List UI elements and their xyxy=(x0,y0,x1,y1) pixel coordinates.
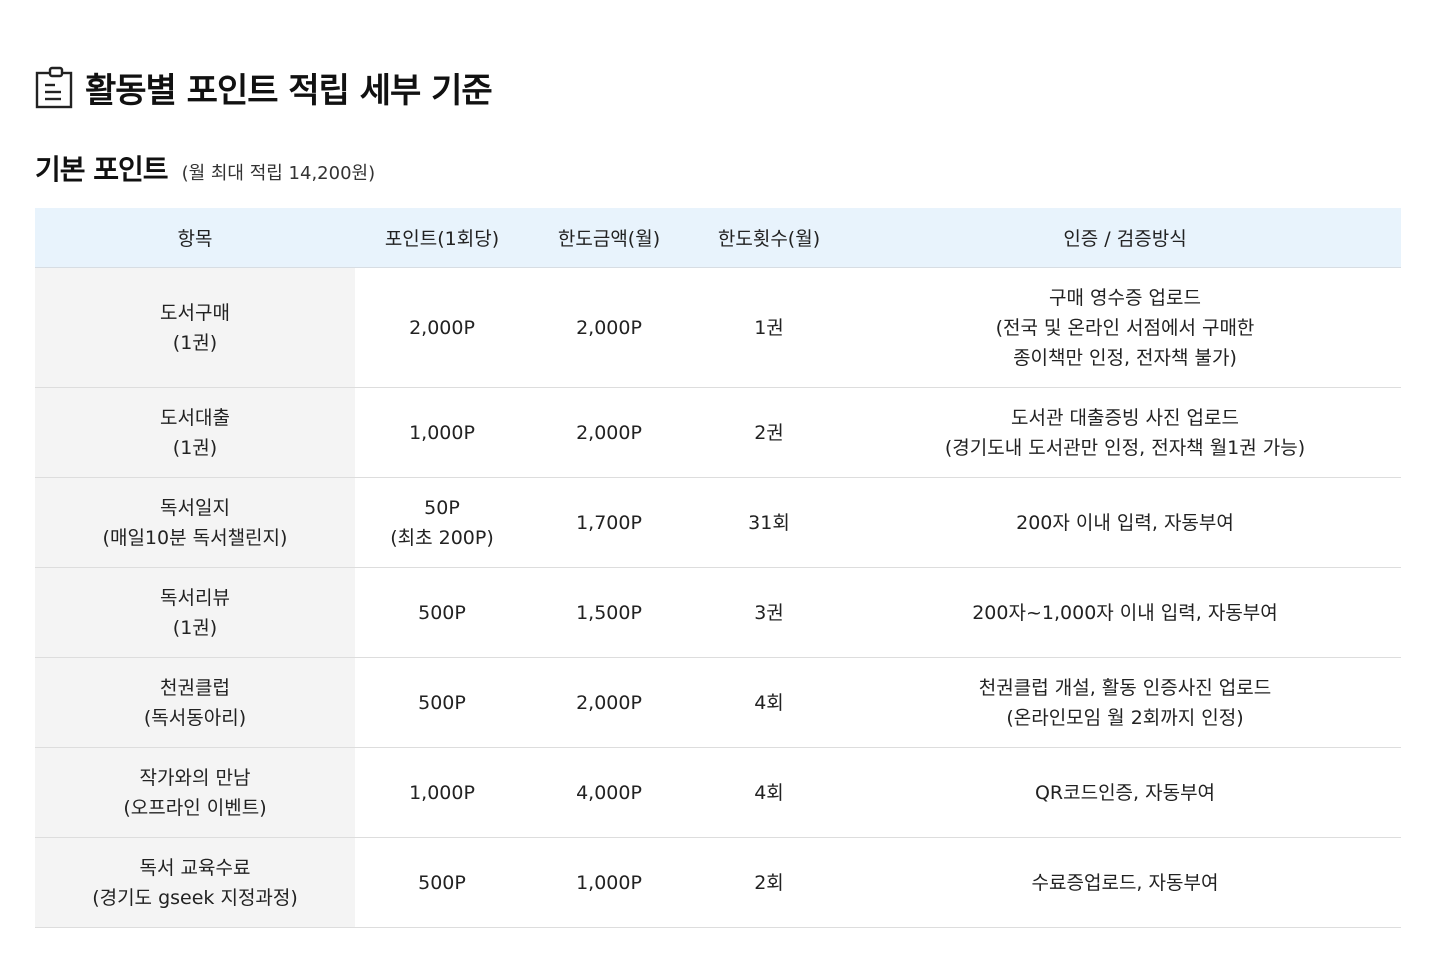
table-row: 천권클럽 (독서동아리) 500P 2,000P 4회 천권클럽 개설, 활동 … xyxy=(35,657,1401,748)
cell-point-line: 500P xyxy=(418,871,466,894)
page: 활동별 포인트 적립 세부 기준 기본 포인트 (월 최대 적립 14,200원… xyxy=(0,0,1436,978)
table-row: 독서일지 (매일10분 독서챌린지) 50P (최초 200P) 1,700P … xyxy=(35,477,1401,568)
cell-method-line: QR코드인증, 자동부여 xyxy=(1034,781,1216,804)
table-row: 도서구매 (1권) 2,000P 2,000P 1권 구매 영수증 업로드 (전… xyxy=(35,267,1401,388)
cell-point-line: 2,000P xyxy=(409,316,475,339)
cell-point-line: 1,000P xyxy=(409,421,475,444)
column-header-method: 인증 / 검증방식 xyxy=(849,208,1401,268)
cell-method: 200자~1,000자 이내 입력, 자동부여 xyxy=(849,567,1401,658)
section-note: (월 최대 적립 14,200원) xyxy=(181,163,376,184)
cell-method-line: 천권클럽 개설, 활동 인증사진 업로드 xyxy=(978,676,1272,699)
cell-limit-amount: 2,000P xyxy=(529,267,689,388)
cell-limit-amount: 1,500P xyxy=(529,567,689,658)
cell-method-line: 구매 영수증 업로드 xyxy=(1049,286,1201,309)
cell-method-line: 200자 이내 입력, 자동부여 xyxy=(1016,511,1234,534)
cell-method-line: 종이책만 인정, 전자책 불가) xyxy=(1013,346,1237,369)
cell-point-line: 500P xyxy=(418,601,466,624)
cell-point: 500P xyxy=(355,567,529,658)
page-title: 활동별 포인트 적립 세부 기준 xyxy=(85,70,493,111)
cell-limit-count: 2회 xyxy=(689,837,849,928)
cell-point: 500P xyxy=(355,657,529,748)
cell-limit-amount: 2,000P xyxy=(529,657,689,748)
cell-point-line: 50P xyxy=(424,496,460,519)
cell-item-line: 작가와의 만남 xyxy=(139,766,251,789)
cell-method: QR코드인증, 자동부여 xyxy=(849,747,1401,838)
cell-item-line: (1권) xyxy=(172,331,218,354)
cell-item: 독서 교육수료 (경기도 gseek 지정과정) xyxy=(35,837,355,928)
cell-method: 수료증업로드, 자동부여 xyxy=(849,837,1401,928)
column-header-item: 항목 xyxy=(35,208,355,268)
cell-method-line: 도서관 대출증빙 사진 업로드 xyxy=(1011,406,1239,429)
cell-limit-count: 4회 xyxy=(689,747,849,838)
section-title: 기본 포인트 xyxy=(35,153,169,186)
cell-method: 천권클럽 개설, 활동 인증사진 업로드 (온라인모임 월 2회까지 인정) xyxy=(849,657,1401,748)
cell-item: 독서리뷰 (1권) xyxy=(35,567,355,658)
cell-item: 도서대출 (1권) xyxy=(35,387,355,478)
cell-limit-amount: 1,000P xyxy=(529,837,689,928)
cell-point: 500P xyxy=(355,837,529,928)
page-header: 활동별 포인트 적립 세부 기준 xyxy=(35,64,493,111)
table-header-row: 항목 포인트(1회당) 한도금액(월) 한도횟수(월) 인증 / 검증방식 xyxy=(35,208,1401,268)
cell-item-line: 천권클럽 xyxy=(160,676,230,699)
cell-method-line: (경기도내 도서관만 인정, 전자책 월1권 가능) xyxy=(944,436,1306,459)
cell-point: 50P (최초 200P) xyxy=(355,477,529,568)
cell-point: 2,000P xyxy=(355,267,529,388)
cell-item-line: (매일10분 독서챌린지) xyxy=(102,526,288,549)
cell-item-line: 도서대출 xyxy=(160,406,230,429)
cell-point-line: (최초 200P) xyxy=(390,526,494,549)
cell-method-line: 수료증업로드, 자동부여 xyxy=(1031,871,1219,894)
cell-limit-amount: 2,000P xyxy=(529,387,689,478)
cell-item-line: (경기도 gseek 지정과정) xyxy=(92,886,298,909)
cell-method-line: (전국 및 온라인 서점에서 구매한 xyxy=(995,316,1255,339)
cell-item: 도서구매 (1권) xyxy=(35,267,355,388)
cell-point-line: 500P xyxy=(418,691,466,714)
cell-limit-count: 3권 xyxy=(689,567,849,658)
cell-limit-count: 31회 xyxy=(689,477,849,568)
column-header-limit-count: 한도횟수(월) xyxy=(689,208,849,268)
cell-item-line: 도서구매 xyxy=(160,301,230,324)
cell-item-line: (오프라인 이벤트) xyxy=(123,796,267,819)
table-row: 독서리뷰 (1권) 500P 1,500P 3권 200자~1,000자 이내 … xyxy=(35,567,1401,658)
cell-item: 독서일지 (매일10분 독서챌린지) xyxy=(35,477,355,568)
cell-method-line: (온라인모임 월 2회까지 인정) xyxy=(1006,706,1244,729)
cell-limit-amount: 1,700P xyxy=(529,477,689,568)
cell-item-line: 독서 교육수료 xyxy=(139,856,251,879)
cell-item-line: (1권) xyxy=(172,616,218,639)
cell-item-line: (1권) xyxy=(172,436,218,459)
cell-point: 1,000P xyxy=(355,387,529,478)
column-header-point: 포인트(1회당) xyxy=(355,208,529,268)
cell-limit-count: 4회 xyxy=(689,657,849,748)
cell-point-line: 1,000P xyxy=(409,781,475,804)
cell-method: 구매 영수증 업로드 (전국 및 온라인 서점에서 구매한 종이책만 인정, 전… xyxy=(849,267,1401,388)
cell-limit-count: 2권 xyxy=(689,387,849,478)
cell-method: 200자 이내 입력, 자동부여 xyxy=(849,477,1401,568)
cell-item-line: 독서일지 xyxy=(160,496,230,519)
table-row: 도서대출 (1권) 1,000P 2,000P 2권 도서관 대출증빙 사진 업… xyxy=(35,387,1401,478)
cell-item: 작가와의 만남 (오프라인 이벤트) xyxy=(35,747,355,838)
points-table: 항목 포인트(1회당) 한도금액(월) 한도횟수(월) 인증 / 검증방식 도서… xyxy=(35,208,1401,928)
cell-method-line: 200자~1,000자 이내 입력, 자동부여 xyxy=(972,601,1278,624)
section-header: 기본 포인트 (월 최대 적립 14,200원) xyxy=(35,148,375,188)
clipboard-icon xyxy=(35,66,73,109)
column-header-limit-amount: 한도금액(월) xyxy=(529,208,689,268)
cell-limit-count: 1권 xyxy=(689,267,849,388)
table-row: 독서 교육수료 (경기도 gseek 지정과정) 500P 1,000P 2회 … xyxy=(35,837,1401,928)
cell-item-line: 독서리뷰 xyxy=(160,586,230,609)
cell-point: 1,000P xyxy=(355,747,529,838)
table-row: 작가와의 만남 (오프라인 이벤트) 1,000P 4,000P 4회 QR코드… xyxy=(35,747,1401,838)
cell-method: 도서관 대출증빙 사진 업로드 (경기도내 도서관만 인정, 전자책 월1권 가… xyxy=(849,387,1401,478)
cell-item-line: (독서동아리) xyxy=(143,706,247,729)
cell-item: 천권클럽 (독서동아리) xyxy=(35,657,355,748)
cell-limit-amount: 4,000P xyxy=(529,747,689,838)
